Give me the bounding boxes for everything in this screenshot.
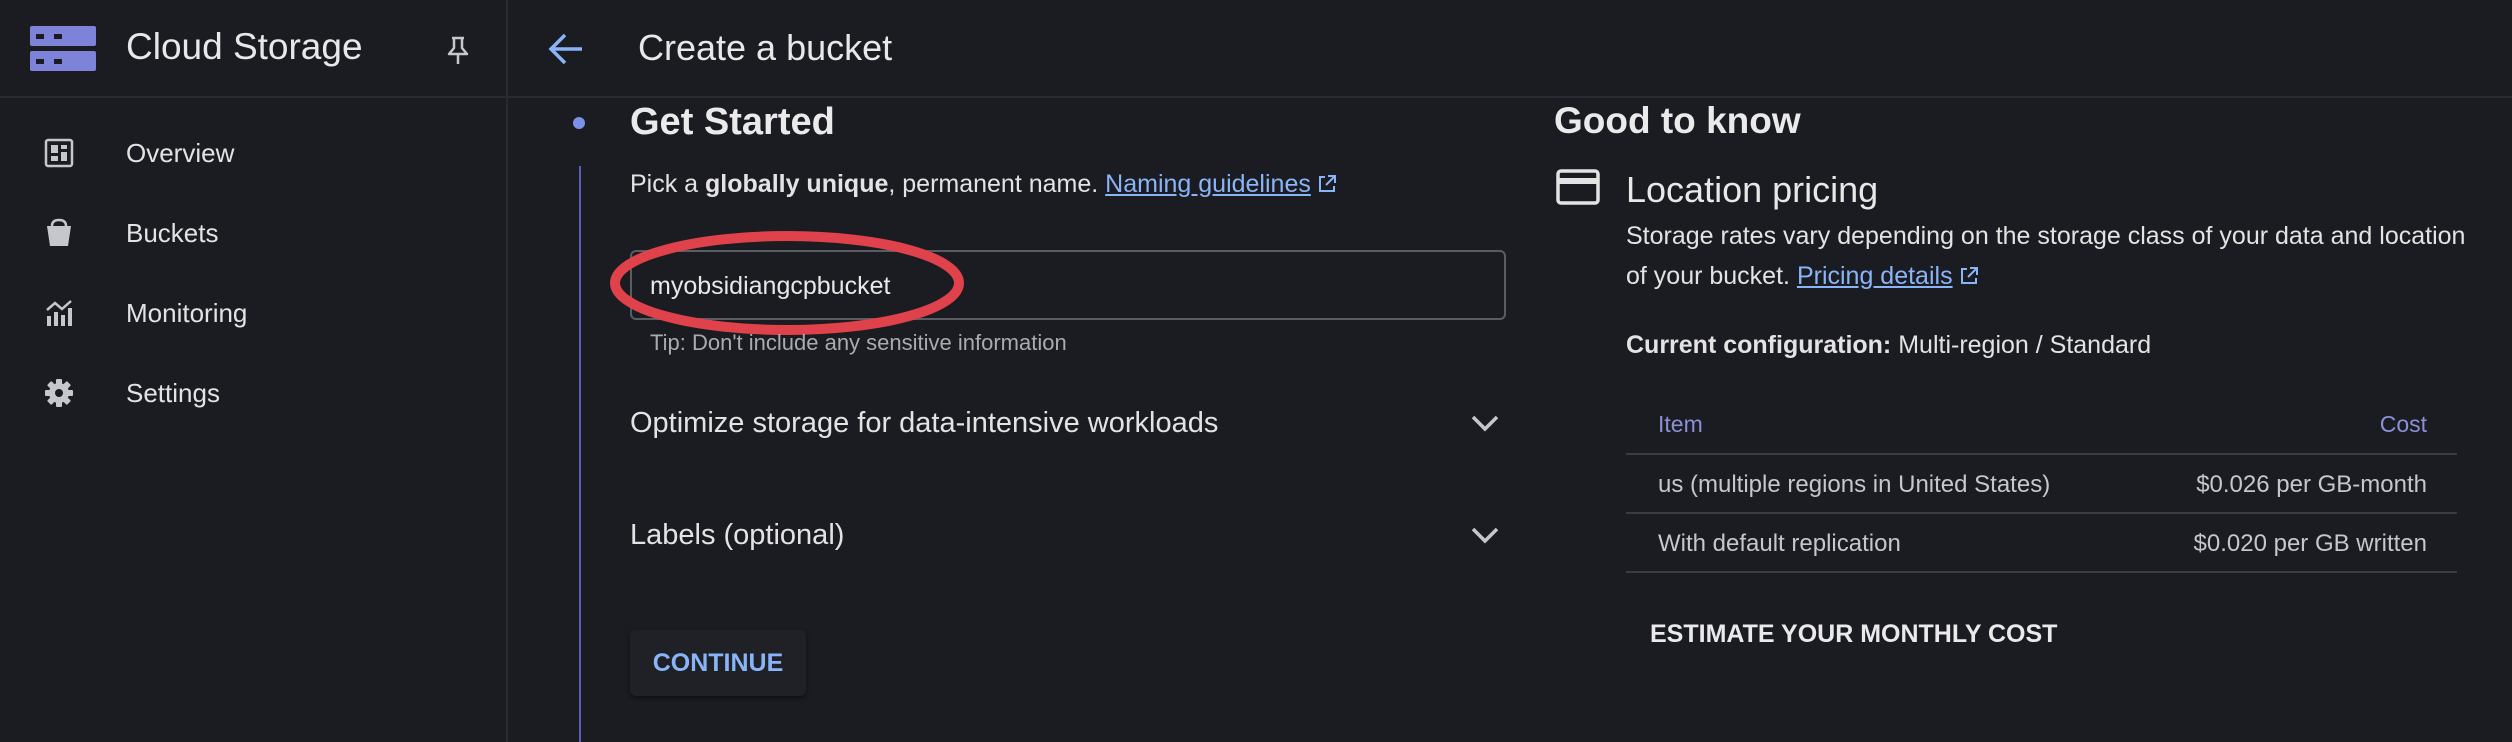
intro-text: Pick a [630, 170, 706, 198]
arrow-left-icon[interactable] [548, 32, 584, 71]
chevron-down-icon [1470, 413, 1500, 438]
bucket-icon [44, 218, 74, 253]
config-label: Current configuration: [1626, 331, 1892, 359]
continue-button[interactable]: CONTINUE [630, 630, 806, 696]
sidebar-item-buckets[interactable]: Buckets [0, 200, 506, 270]
step-title: Get Started [630, 101, 835, 143]
table-cell-cost: $0.020 per GB written [2193, 530, 2427, 557]
page-title: Create a bucket [638, 27, 893, 68]
chart-icon [44, 298, 74, 333]
sidebar-item-monitoring[interactable]: Monitoring [0, 280, 506, 350]
bucket-name-input[interactable] [648, 252, 1492, 320]
dashboard-icon [44, 138, 74, 173]
step-intro: Pick a globally unique, permanent name. … [630, 170, 1337, 201]
sidebar-header: Cloud Storage [0, 0, 506, 98]
sidebar-item-overview[interactable]: Overview [0, 120, 506, 190]
storage-icon [30, 26, 96, 77]
step-connector [579, 166, 581, 742]
table-cell-cost: $0.026 per GB-month [2196, 471, 2427, 498]
intro-emphasis: globally unique [705, 170, 889, 198]
sidebar-item-label: Monitoring [126, 298, 248, 328]
pricing-details-link[interactable]: Pricing details [1797, 262, 1953, 290]
app-title: Cloud Storage [126, 26, 363, 67]
pin-icon[interactable] [446, 36, 470, 71]
table-header-row: Item Cost [1626, 395, 2457, 455]
current-configuration: Current configuration: Multi-region / St… [1626, 331, 2151, 360]
bucket-name-field[interactable] [630, 250, 1506, 320]
labels-accordion[interactable]: Labels (optional) [630, 507, 1506, 567]
external-link-icon [1317, 172, 1337, 201]
config-value: Multi-region / Standard [1891, 331, 2152, 359]
accordion-label: Optimize storage for data-intensive work… [630, 407, 1219, 439]
location-pricing-description: Storage rates vary depending on the stor… [1626, 216, 2476, 298]
column-header-item: Item [1658, 411, 1703, 437]
sidebar-item-settings[interactable]: Settings [0, 360, 506, 430]
accordion-label: Labels (optional) [630, 519, 845, 551]
gear-icon [44, 378, 74, 413]
location-pricing-title: Location pricing [1626, 169, 1879, 210]
step-indicator [573, 117, 585, 129]
optimize-storage-accordion[interactable]: Optimize storage for data-intensive work… [630, 395, 1506, 455]
pricing-table: Item Cost us (multiple regions in United… [1626, 395, 2457, 573]
naming-guidelines-link[interactable]: Naming guidelines [1105, 170, 1311, 198]
estimate-monthly-cost-button[interactable]: ESTIMATE YOUR MONTHLY COST [1650, 620, 2057, 649]
intro-text: , permanent name. [888, 170, 1106, 198]
chevron-down-icon [1470, 525, 1500, 550]
sidebar-item-label: Settings [126, 378, 220, 408]
table-cell-item: us (multiple regions in United States) [1658, 471, 2051, 498]
credit-card-icon [1556, 169, 1600, 210]
page-header: Create a bucket [508, 0, 2512, 98]
table-row: With default replication $0.020 per GB w… [1626, 514, 2457, 573]
sidebar-item-label: Buckets [126, 218, 219, 248]
sidebar: Cloud Storage Overview Buckets Monitorin… [0, 0, 508, 742]
sidebar-item-label: Overview [126, 138, 235, 168]
good-to-know-title: Good to know [1554, 100, 1801, 141]
table-cell-item: With default replication [1658, 530, 1901, 557]
description-text: Storage rates vary depending on the stor… [1626, 222, 2466, 290]
table-row: us (multiple regions in United States) $… [1626, 455, 2457, 514]
external-link-icon [1959, 258, 1979, 298]
column-header-cost: Cost [2379, 411, 2427, 437]
input-hint: Tip: Don't include any sensitive informa… [650, 330, 1067, 355]
